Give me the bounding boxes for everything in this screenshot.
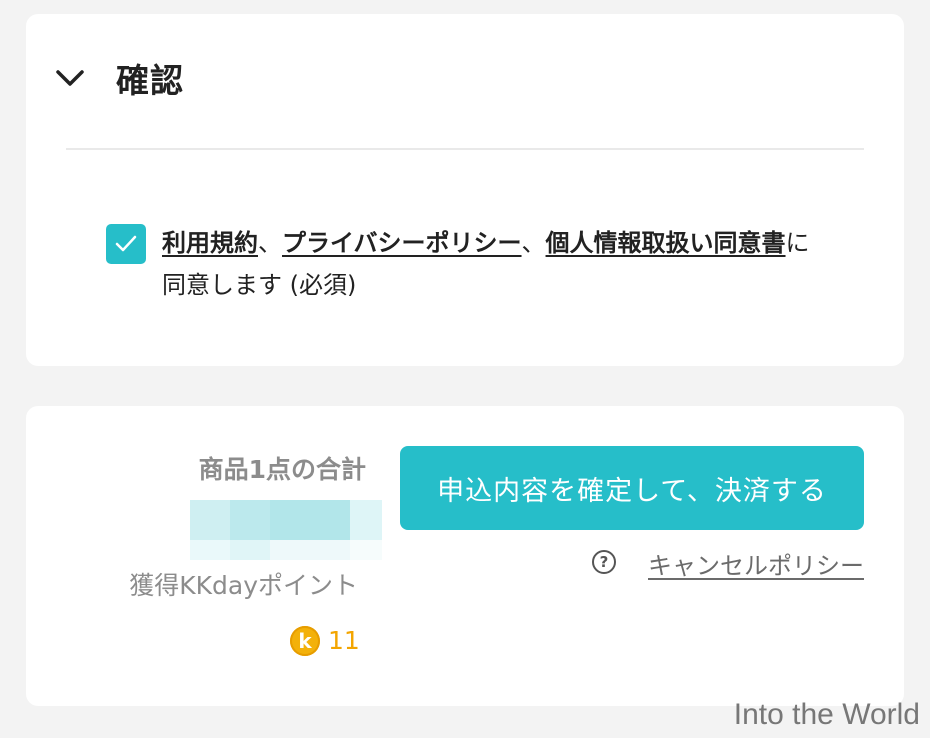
watermark: Into the World (733, 698, 920, 731)
agreement-text: 利用規約、プライバシーポリシー、個人情報取扱い同意書に同意します (必須) (162, 222, 822, 306)
section-title: 確認 (116, 61, 184, 100)
points-earned: k 11 (290, 622, 360, 662)
divider (66, 148, 864, 150)
question-circle-icon: ? (592, 550, 616, 574)
confirm-section-header[interactable]: 確認 (26, 14, 904, 148)
points-value: 11 (328, 626, 360, 655)
agreement-checkbox[interactable] (106, 224, 146, 264)
separator: 、 (258, 229, 282, 257)
total-label: 商品1点の合計 (198, 455, 366, 484)
separator: 、 (521, 229, 546, 257)
chevron-down-icon[interactable] (54, 66, 86, 90)
points-label: 獲得KKdayポイント (129, 571, 358, 600)
personal-info-consent-link[interactable]: 個人情報取扱い同意書 (546, 229, 786, 257)
cancel-policy-link[interactable]: キャンセルポリシー (648, 546, 864, 581)
cancel-policy-row[interactable]: ? キャンセルポリシー (592, 546, 864, 582)
payment-card: 商品1点の合計 獲得KKdayポイント k 11 申込内容を確定して、決済する … (26, 406, 904, 706)
kkday-coin-icon: k (290, 626, 320, 656)
terms-link[interactable]: 利用規約 (162, 229, 258, 257)
confirm-and-pay-button[interactable]: 申込内容を確定して、決済する (400, 446, 864, 530)
privacy-policy-link[interactable]: プライバシーポリシー (282, 229, 522, 257)
checkmark-icon (115, 235, 137, 252)
confirm-card: 確認 利用規約、プライバシーポリシー、個人情報取扱い同意書に同意します (必須) (26, 14, 904, 366)
price-blurred (190, 500, 382, 560)
